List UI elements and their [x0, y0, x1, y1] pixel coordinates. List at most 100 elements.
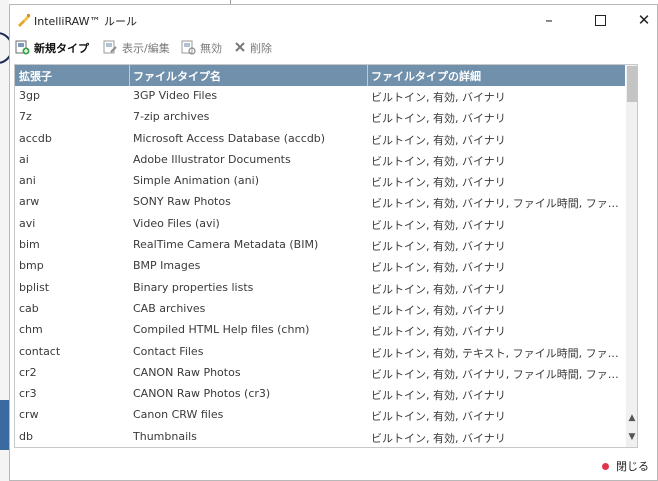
row-type-name: Compiled HTML Help files (chm)	[133, 323, 310, 337]
row-extension: ani	[19, 174, 36, 188]
table-row[interactable]: bim RealTime Camera Metadata (BIM) ビルトイン, …	[15, 235, 625, 256]
row-extension: ai	[19, 152, 29, 166]
maximize-icon	[594, 14, 606, 26]
table-row[interactable]: ai Adobe Illustrator Documents ビルトイン, 有効, …	[15, 150, 625, 171]
row-type-name: Thumbnails	[133, 429, 197, 443]
delete-button[interactable]: 削除	[234, 38, 272, 58]
toolbar: 新規タイプ 表示/編集 無効 削除	[10, 36, 657, 60]
row-extension: cr3	[19, 387, 37, 401]
close-window-button[interactable]: ✕	[624, 5, 658, 35]
row-type-name: Simple Animation (ani)	[133, 174, 259, 188]
row-type-name: Video Files (avi)	[133, 216, 220, 230]
table-row[interactable]: accdb Microsoft Access Database (accdb) ビル…	[15, 129, 625, 150]
row-details: ビルトイン, 有効, バイナリ	[371, 389, 506, 403]
row-extension: bplist	[19, 280, 50, 294]
view-edit-button[interactable]: 表示/編集	[102, 38, 170, 58]
row-extension: contact	[19, 344, 61, 358]
row-details: ビルトイン, 有効, バイナリ	[371, 176, 506, 190]
row-details: ビルトイン, 有効, バイナリ	[371, 410, 506, 424]
row-details: ビルトイン, 有効, バイナリ	[371, 240, 506, 254]
dialog-footer: 閉じる	[10, 452, 657, 480]
column-divider	[367, 65, 368, 86]
disable-button[interactable]: 無効	[180, 38, 222, 58]
table-header: 拡張子 ファイルタイプ名 ファイルタイプの詳細	[15, 65, 625, 86]
row-details: ビルトイン, 有効, バイナリ	[371, 431, 506, 445]
row-type-name: CANON Raw Photos	[133, 365, 241, 379]
minimize-icon: –	[545, 11, 553, 29]
row-details: ビルトイン, 有効, バイナリ	[371, 154, 506, 168]
table-row[interactable]: contact Contact Files ビルトイン, 有効, テキスト, ファイ…	[15, 342, 625, 363]
table-body: 3gp 3GP Video Files ビルトイン, 有効, バイナリ 7z 7-zip…	[15, 86, 625, 447]
table-row[interactable]: 7z 7-zip archives ビルトイン, 有効, バイナリ	[15, 107, 625, 128]
table-row[interactable]: crw Canon CRW files ビルトイン, 有効, バイナリ	[15, 405, 625, 426]
app-logo-icon	[16, 12, 32, 28]
column-header-type-name[interactable]: ファイルタイプ名	[133, 68, 221, 84]
disable-document-icon	[180, 39, 196, 58]
row-extension: bim	[19, 238, 40, 252]
row-details: ビルトイン, 有効, バイナリ	[371, 133, 506, 147]
row-type-name: Adobe Illustrator Documents	[133, 152, 291, 166]
window-title: IntelliRAW™ ルール	[34, 15, 137, 28]
table-row[interactable]: avi Video Files (avi) ビルトイン, 有効, バイナリ	[15, 214, 625, 235]
file-types-table: 拡張子 ファイルタイプ名 ファイルタイプの詳細 3gp 3GP Video Fil…	[14, 64, 638, 448]
table-row[interactable]: arw SONY Raw Photos ビルトイン, 有効, バイナリ, ファイル時…	[15, 192, 625, 213]
table-row[interactable]: bplist Binary properties lists ビルトイン, 有効, …	[15, 278, 625, 299]
table-row[interactable]: ani Simple Animation (ani) ビルトイン, 有効, バイナリ	[15, 171, 625, 192]
row-type-name: SONY Raw Photos	[133, 195, 231, 209]
vertical-scrollbar[interactable]: ▲ ▼	[626, 65, 637, 447]
view-edit-label: 表示/編集	[122, 42, 170, 55]
minimize-button[interactable]: –	[529, 5, 569, 35]
row-details: ビルトイン, 有効, テキスト, ファイル時間, ファイ...	[371, 346, 625, 360]
row-type-name: RealTime Camera Metadata (BIM)	[133, 238, 319, 252]
table-row[interactable]: 3gp 3GP Video Files ビルトイン, 有効, バイナリ	[15, 86, 625, 107]
row-details: ビルトイン, 有効, バイナリ, ファイル時間, ファイ...	[371, 367, 625, 381]
scrollbar-thumb[interactable]	[627, 66, 637, 102]
table-row[interactable]: bmp BMP Images ビルトイン, 有効, バイナリ	[15, 256, 625, 277]
row-details: ビルトイン, 有効, バイナリ	[371, 325, 506, 339]
row-extension: 7z	[19, 110, 32, 124]
scroll-up-arrow-icon[interactable]: ▲	[626, 411, 637, 425]
row-extension: arw	[19, 195, 40, 209]
maximize-button[interactable]	[580, 5, 620, 35]
row-extension: db	[19, 429, 33, 443]
row-details: ビルトイン, 有効, バイナリ	[371, 91, 506, 104]
table-row[interactable]: cr3 CANON Raw Photos (cr3) ビルトイン, 有効, バイナリ	[15, 384, 625, 405]
row-type-name: 3GP Video Files	[133, 89, 218, 102]
row-extension: cab	[19, 301, 39, 315]
title-bar: IntelliRAW™ ルール – ✕	[10, 5, 657, 35]
column-header-details[interactable]: ファイルタイプの詳細	[371, 68, 481, 84]
row-extension: bmp	[19, 259, 44, 273]
table-row[interactable]: cr2 CANON Raw Photos ビルトイン, 有効, バイナリ, ファイル…	[15, 363, 625, 384]
new-document-icon	[14, 39, 30, 58]
row-extension: avi	[19, 216, 36, 230]
table-row[interactable]: db Thumbnails ビルトイン, 有効, バイナリ	[15, 427, 625, 447]
new-type-label: 新規タイプ	[34, 42, 89, 55]
row-extension: 3gp	[19, 89, 40, 102]
column-header-extension[interactable]: 拡張子	[19, 68, 52, 84]
disable-label: 無効	[200, 42, 222, 55]
delete-label: 削除	[250, 42, 272, 55]
close-dialog-label: 閉じる	[616, 460, 649, 473]
row-type-name: CANON Raw Photos (cr3)	[133, 387, 271, 401]
row-type-name: BMP Images	[133, 259, 201, 273]
row-extension: cr2	[19, 365, 37, 379]
table-row[interactable]: cab CAB archives ビルトイン, 有効, バイナリ	[15, 299, 625, 320]
table-row[interactable]: chm Compiled HTML Help files (chm) ビルトイン, …	[15, 320, 625, 341]
scroll-down-arrow-icon[interactable]: ▼	[626, 430, 637, 444]
row-extension: crw	[19, 408, 39, 422]
background-window-accent	[0, 400, 9, 450]
row-type-name: CAB archives	[133, 301, 206, 315]
row-details: ビルトイン, 有効, バイナリ	[371, 112, 506, 126]
edit-document-icon	[102, 39, 118, 58]
row-type-name: Microsoft Access Database (accdb)	[133, 131, 326, 145]
new-type-button[interactable]: 新規タイプ	[14, 38, 89, 58]
row-details: ビルトイン, 有効, バイナリ	[371, 218, 506, 232]
row-extension: accdb	[19, 131, 52, 145]
delete-x-icon	[234, 41, 246, 56]
row-details: ビルトイン, 有効, バイナリ	[371, 261, 506, 275]
close-dot-icon	[602, 462, 609, 470]
close-dialog-button[interactable]: 閉じる	[602, 458, 649, 474]
row-type-name: Contact Files	[133, 344, 204, 358]
row-details: ビルトイン, 有効, バイナリ	[371, 303, 506, 317]
row-type-name: Canon CRW files	[133, 408, 224, 422]
